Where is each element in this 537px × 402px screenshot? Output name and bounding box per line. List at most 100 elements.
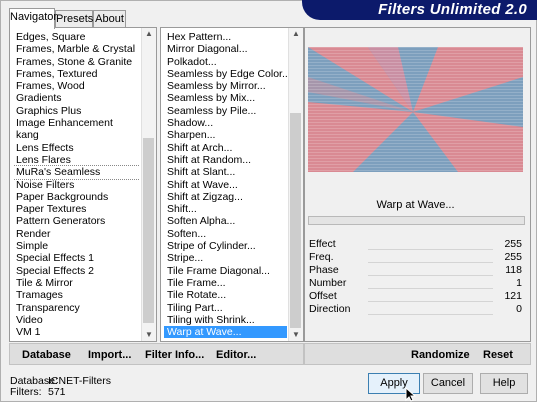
list-item[interactable]: Paper Backgrounds bbox=[13, 191, 140, 203]
list-item[interactable]: Shift at Arch... bbox=[164, 142, 287, 154]
list-item[interactable]: Special Effects 1 bbox=[13, 252, 140, 264]
param-slider[interactable] bbox=[368, 314, 493, 315]
list-item[interactable]: Render bbox=[13, 228, 140, 240]
list-item[interactable]: Shift at Slant... bbox=[164, 166, 287, 178]
list-item[interactable]: Shift at Zigzag... bbox=[164, 191, 287, 203]
left-toolbar: Database Import... Filter Info... Editor… bbox=[9, 343, 304, 365]
list-item[interactable]: Tile Frame Diagonal... bbox=[164, 265, 287, 277]
tab-about[interactable]: About bbox=[93, 10, 126, 28]
list-item[interactable]: Hex Pattern... bbox=[164, 31, 287, 43]
filter-list-panel: Hex Pattern... Mirror Diagonal... Polkadot… bbox=[160, 27, 304, 342]
param-row[interactable]: Phase 118 bbox=[308, 264, 523, 277]
list-item[interactable]: Transparency bbox=[13, 302, 140, 314]
list-item[interactable]: Shift at Wave... bbox=[164, 179, 287, 191]
editor-button[interactable]: Editor... bbox=[216, 349, 256, 361]
list-item[interactable]: Image Enhancement bbox=[13, 117, 140, 129]
param-value: 118 bbox=[505, 264, 522, 276]
list-item[interactable]: Shift at Random... bbox=[164, 154, 287, 166]
list-item[interactable]: MuRa's Seamless bbox=[13, 165, 140, 180]
list-item[interactable]: Lens Flares bbox=[13, 154, 140, 166]
list-item[interactable]: Tile Frame... bbox=[164, 277, 287, 289]
list-item[interactable]: Video bbox=[13, 314, 140, 326]
list-item[interactable]: Graphics Plus bbox=[13, 105, 140, 117]
list-item[interactable]: VM 1 bbox=[13, 326, 140, 338]
tab-presets[interactable]: Presets bbox=[55, 10, 93, 28]
param-row[interactable]: Freq. 255 bbox=[308, 251, 523, 264]
list-item[interactable]: Seamless by Mix... bbox=[164, 92, 287, 104]
param-slider[interactable] bbox=[368, 301, 493, 302]
parameter-list: Effect 255 Freq. 255 Phase 118 Number 1 Offset 12… bbox=[308, 238, 523, 316]
list-item[interactable]: Shadow... bbox=[164, 117, 287, 129]
help-button[interactable]: Help bbox=[480, 373, 528, 394]
title-banner: Filters Unlimited 2.0 bbox=[302, 0, 537, 20]
param-value: 1 bbox=[516, 277, 522, 289]
list-item[interactable]: Mirror Diagonal... bbox=[164, 43, 287, 55]
list-item[interactable]: Special Effects 2 bbox=[13, 265, 140, 277]
list-item[interactable]: Lens Effects bbox=[13, 142, 140, 154]
right-toolbar: Randomize Reset bbox=[304, 343, 531, 365]
filter-scrollbar[interactable]: ▲ ▼ bbox=[288, 28, 303, 341]
filters-label: Filters: bbox=[10, 386, 42, 398]
param-row[interactable]: Direction 0 bbox=[308, 303, 523, 316]
list-item[interactable]: Seamless by Pile... bbox=[164, 105, 287, 117]
list-item[interactable]: Seamless by Edge Color... bbox=[164, 68, 287, 80]
list-item[interactable]: Gradients bbox=[13, 92, 140, 104]
list-item[interactable]: Shift... bbox=[164, 203, 287, 215]
list-item[interactable]: Stripe of Cylinder... bbox=[164, 240, 287, 252]
list-item[interactable]: Tramages bbox=[13, 289, 140, 301]
window-title: Filters Unlimited 2.0 bbox=[378, 1, 527, 18]
list-item[interactable]: Polkadot... bbox=[164, 56, 287, 68]
category-list[interactable]: Edges, Square Frames, Marble & Crystal Fra… bbox=[13, 31, 140, 338]
list-item[interactable]: Frames, Textured bbox=[13, 68, 140, 80]
scroll-thumb[interactable] bbox=[143, 138, 154, 323]
param-name: Freq. bbox=[309, 251, 334, 263]
selected-filter-name: Warp at Wave... bbox=[376, 199, 455, 211]
param-value: 255 bbox=[504, 238, 522, 250]
list-item[interactable]: Soften... bbox=[164, 228, 287, 240]
param-slider[interactable] bbox=[368, 249, 493, 250]
list-item[interactable]: Paper Textures bbox=[13, 203, 140, 215]
reset-button[interactable]: Reset bbox=[483, 349, 513, 361]
list-item[interactable]: Tiling Part... bbox=[164, 302, 287, 314]
list-item[interactable]: Soften Alpha... bbox=[164, 215, 287, 227]
tab-navigator[interactable]: Navigator bbox=[9, 8, 57, 29]
cancel-button[interactable]: Cancel bbox=[423, 373, 473, 394]
list-item[interactable]: Pattern Generators bbox=[13, 215, 140, 227]
scroll-up-icon[interactable]: ▲ bbox=[289, 28, 303, 40]
progress-bar bbox=[308, 216, 525, 225]
list-item[interactable]: Warp at Wave... bbox=[164, 326, 287, 338]
list-item[interactable]: Seamless by Mirror... bbox=[164, 80, 287, 92]
scroll-thumb[interactable] bbox=[290, 113, 301, 328]
list-item[interactable]: Tiling with Shrink... bbox=[164, 314, 287, 326]
filter-info-button[interactable]: Filter Info... bbox=[145, 349, 204, 361]
param-slider[interactable] bbox=[368, 288, 493, 289]
param-slider[interactable] bbox=[368, 275, 493, 276]
list-item[interactable]: Frames, Stone & Granite bbox=[13, 56, 140, 68]
import-button[interactable]: Import... bbox=[88, 349, 131, 361]
list-item[interactable]: Stripe... bbox=[164, 252, 287, 264]
list-item[interactable]: Tile & Mirror bbox=[13, 277, 140, 289]
category-scrollbar[interactable]: ▲ ▼ bbox=[141, 28, 156, 341]
param-value: 255 bbox=[504, 251, 522, 263]
list-item[interactable]: kang bbox=[13, 129, 140, 141]
scroll-down-icon[interactable]: ▼ bbox=[142, 329, 156, 341]
scroll-up-icon[interactable]: ▲ bbox=[142, 28, 156, 40]
list-item[interactable]: Noise Filters bbox=[13, 179, 140, 191]
list-item[interactable]: Edges, Square bbox=[13, 31, 140, 43]
list-item[interactable]: Frames, Marble & Crystal bbox=[13, 43, 140, 55]
param-slider[interactable] bbox=[368, 262, 493, 263]
list-item[interactable]: Simple bbox=[13, 240, 140, 252]
list-item[interactable]: Sharpen... bbox=[164, 129, 287, 141]
database-button[interactable]: Database bbox=[22, 349, 71, 361]
list-item[interactable]: Frames, Wood bbox=[13, 80, 140, 92]
param-row[interactable]: Effect 255 bbox=[308, 238, 523, 251]
scroll-down-icon[interactable]: ▼ bbox=[289, 329, 303, 341]
category-list-panel: Edges, Square Frames, Marble & Crystal Fra… bbox=[9, 27, 157, 342]
list-item[interactable]: Tile Rotate... bbox=[164, 289, 287, 301]
param-row[interactable]: Offset 121 bbox=[308, 290, 523, 303]
param-value: 0 bbox=[516, 303, 522, 315]
param-row[interactable]: Number 1 bbox=[308, 277, 523, 290]
randomize-button[interactable]: Randomize bbox=[411, 349, 470, 361]
param-name: Number bbox=[309, 277, 347, 289]
filter-list[interactable]: Hex Pattern... Mirror Diagonal... Polkadot… bbox=[164, 31, 287, 338]
